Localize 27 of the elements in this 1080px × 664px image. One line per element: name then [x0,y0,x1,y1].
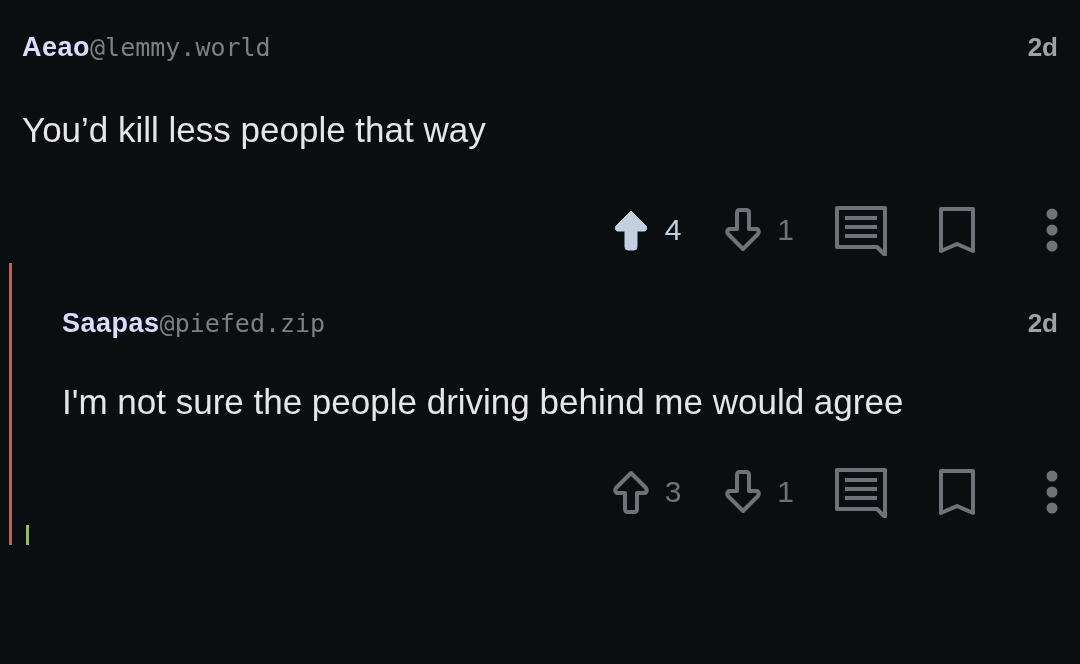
comment-age: 2d [1027,308,1058,339]
comment-icon [834,204,888,256]
username[interactable]: Aeao [22,32,91,63]
downvote-button[interactable]: 1 [723,208,794,252]
upvote-button[interactable]: 3 [610,470,682,514]
bookmark-icon [938,206,976,254]
save-button[interactable] [938,206,976,254]
comment-text: I'm not sure the people driving behind me would agree [62,381,905,423]
comment-icon [834,466,888,518]
upvote-icon [610,470,651,514]
reply-button[interactable] [834,466,888,518]
more-button[interactable] [1046,208,1058,252]
save-button[interactable] [938,468,976,516]
downvote-icon [723,470,764,514]
username[interactable]: Saapas [62,308,160,339]
more-icon [1046,470,1058,514]
instance-name: @lemmy.world [90,33,271,62]
reply-button[interactable] [834,204,888,256]
downvote-button[interactable]: 1 [723,470,794,514]
comment-text: You’d kill less people that way [22,109,487,151]
comment-age: 2d [1027,32,1058,63]
upvote-button[interactable]: 4 [610,208,682,252]
more-icon [1046,208,1058,252]
instance-name: @piefed.zip [159,309,326,338]
more-button[interactable] [1046,470,1058,514]
bookmark-icon [938,468,976,516]
downvote-icon [723,208,764,252]
